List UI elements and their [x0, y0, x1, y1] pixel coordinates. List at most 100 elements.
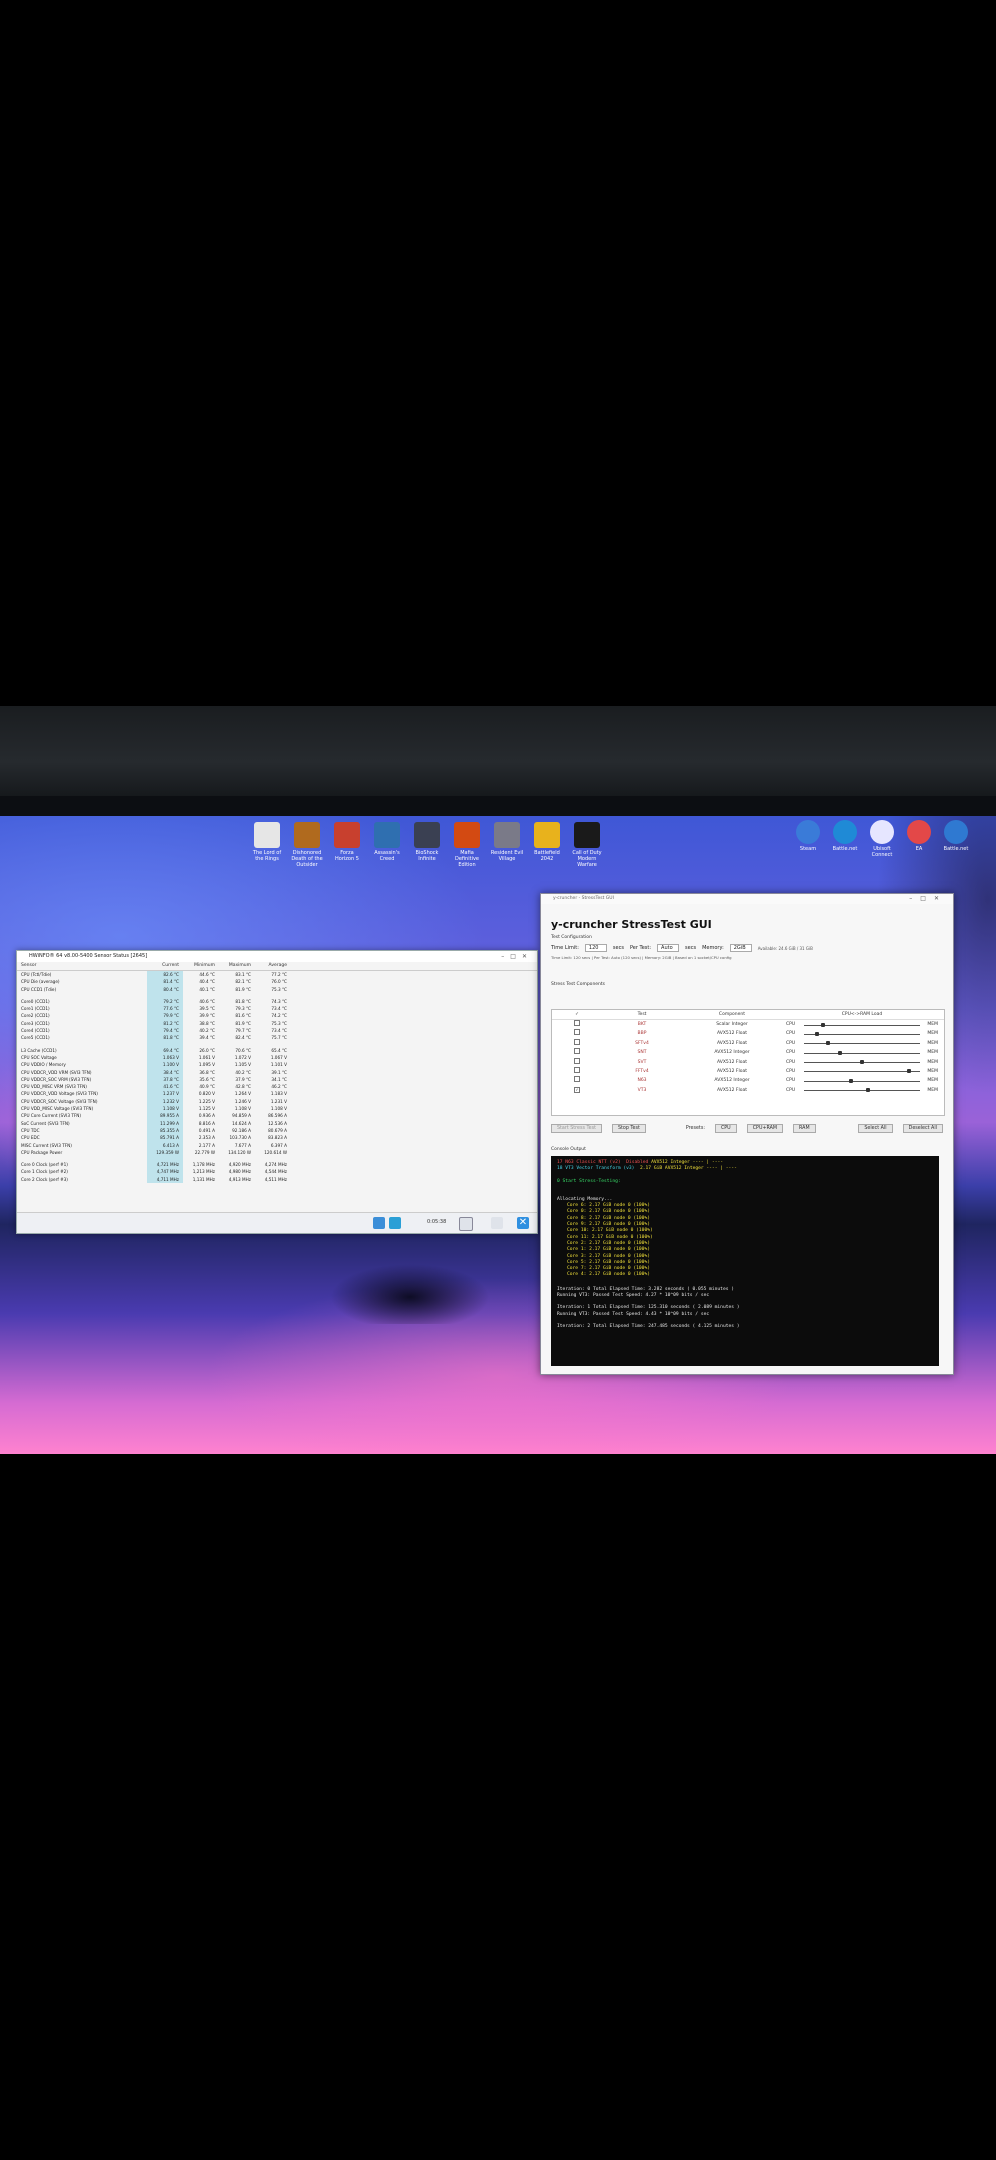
reset-icon[interactable]: [491, 1217, 503, 1229]
load-slider[interactable]: CPU MEM: [782, 1020, 942, 1029]
window-controls[interactable]: –□✕: [501, 951, 533, 962]
slider-thumb[interactable]: [826, 1041, 831, 1046]
console-output[interactable]: 17 N63 Classic NTT (v2) Disabled AVX512 …: [551, 1156, 939, 1366]
test-checkbox-cell[interactable]: [552, 1076, 602, 1085]
sensor-row[interactable]: Core 1 Clock (perf #2) 4,747 MHz 1,213 MHz…: [17, 1168, 537, 1176]
sensor-row[interactable]: Core0 (CCD1) 79.2 °C 40.6 °C 81.8 °C 74.3 °C: [17, 997, 537, 1006]
clock-icon[interactable]: [459, 1217, 473, 1231]
close-icon[interactable]: ✕: [517, 1217, 529, 1229]
sensor-row[interactable]: CPU CCD1 (Tdie) 80.4 °C 40.1 °C 81.9 °C 75.3…: [17, 985, 537, 993]
table-row[interactable]: SFTv4 AVX512 Float CPU MEM: [552, 1038, 944, 1048]
sensor-row[interactable]: Core4 (CCD1) 79.4 °C 40.2 °C 79.7 °C 73.4 °C: [17, 1027, 537, 1035]
column-header[interactable]: Maximum: [219, 962, 255, 970]
stop-test-button[interactable]: Stop Test: [611, 1124, 646, 1133]
test-checkbox[interactable]: [574, 1076, 580, 1083]
desktop-icon[interactable]: Battlefield 2042: [530, 822, 564, 868]
sensor-row[interactable]: CPU Die (average) 81.4 °C 40.4 °C 82.1 °C 76…: [17, 978, 537, 986]
network-icon[interactable]: [373, 1217, 385, 1229]
settings-icon[interactable]: [389, 1217, 401, 1229]
desktop-icon[interactable]: Resident Evil Village: [490, 822, 524, 868]
table-row[interactable]: BKT Scalar Integer CPU MEM: [552, 1020, 944, 1029]
column-header[interactable]: Current: [147, 962, 183, 970]
desktop-icon[interactable]: Ubisoft Connect: [866, 820, 898, 858]
sensor-row[interactable]: CPU VDDCR_VDD Voltage (SVI3 TFN) 1.237 V 0…: [17, 1090, 537, 1098]
sensor-row[interactable]: Core2 (CCD1) 79.9 °C 39.9 °C 81.6 °C 74.2 °C: [17, 1012, 537, 1020]
sensor-row[interactable]: MISC Current (SVI3 TFN) 6.413 A 2.177 A 7.6…: [17, 1141, 537, 1149]
test-checkbox-cell[interactable]: [552, 1029, 602, 1038]
sensor-row[interactable]: CPU Package Power 129.359 W 22.779 W 134.12…: [17, 1148, 537, 1157]
time-limit-input[interactable]: 120: [584, 944, 607, 952]
test-checkbox-cell[interactable]: [552, 1048, 602, 1057]
test-checkbox-cell[interactable]: ✓: [552, 1086, 602, 1095]
table-row[interactable]: SVT AVX512 Float CPU MEM: [552, 1057, 944, 1067]
hwinfo-sensor-list[interactable]: CPU (Tctl/Tdie) 82.6 °C 44.6 °C 83.1 °C 77.2…: [17, 971, 537, 1184]
load-slider[interactable]: CPU MEM: [782, 1039, 942, 1048]
sensor-row[interactable]: Core1 (CCD1) 77.6 °C 39.5 °C 79.3 °C 73.4 °C: [17, 1005, 537, 1013]
hwinfo-titlebar[interactable]: HWiNFO® 64 v8.00-5400 Sensor Status [264…: [17, 951, 537, 962]
table-row[interactable]: N63 AVX512 Integer CPU MEM: [552, 1076, 944, 1085]
deselect-all-button[interactable]: Deselect All: [902, 1124, 943, 1133]
sensor-row[interactable]: CPU VDDCR_VDD VRM (SVI3 TFN) 38.4 °C 36.8 …: [17, 1068, 537, 1076]
load-slider[interactable]: CPU MEM: [782, 1048, 942, 1057]
ycruncher-titlebar[interactable]: y-cruncher - StressTest GUI –□✕: [541, 894, 953, 904]
sensor-row[interactable]: CPU VDD_MISC Voltage (SVI3 TFN) 1.108 V 1.…: [17, 1105, 537, 1113]
test-checkbox[interactable]: [574, 1020, 580, 1026]
sensor-row[interactable]: CPU (Tctl/Tdie) 82.6 °C 44.6 °C 83.1 °C 77.2…: [17, 971, 537, 979]
desktop-icon[interactable]: The Lord of the Rings: [250, 822, 284, 868]
test-checkbox[interactable]: [574, 1057, 580, 1064]
slider-thumb[interactable]: [907, 1069, 912, 1074]
column-header[interactable]: Sensor: [17, 962, 147, 970]
sensor-row[interactable]: CPU TDC 85.355 A 0.491 A 92.186 A 80.679 A: [17, 1126, 537, 1135]
desktop-icon[interactable]: Battle.net: [940, 820, 972, 858]
column-header[interactable]: Minimum: [183, 962, 219, 970]
sensor-row[interactable]: L3 Cache (CCD1) 69.4 °C 26.0 °C 70.6 °C 65.4…: [17, 1046, 537, 1054]
desktop-icon[interactable]: Battle.net: [829, 820, 861, 858]
desktop-icon[interactable]: Steam: [792, 820, 824, 858]
window-controls[interactable]: –□✕: [909, 894, 947, 904]
sensor-row[interactable]: CPU VDD_MISC VRM (SVI3 TFN) 41.6 °C 40.9 °…: [17, 1083, 537, 1091]
sensor-row[interactable]: Core 0 Clock (perf #1) 4,721 MHz 1,178 MHz…: [17, 1161, 537, 1169]
desktop-icon[interactable]: Forza Horizon 5: [330, 822, 364, 868]
load-slider[interactable]: CPU MEM: [782, 1086, 942, 1095]
preset-cpu-button[interactable]: CPU: [714, 1124, 737, 1133]
ycruncher-window[interactable]: y-cruncher - StressTest GUI –□✕ y-crunch…: [540, 893, 954, 1375]
desktop-icon[interactable]: Dishonored Death of the Outsider: [290, 822, 324, 868]
sensor-row[interactable]: SoC Current (SVI3 TFN) 11.299 A 8.816 A 14.…: [17, 1119, 537, 1127]
sensor-row[interactable]: CPU VDDIO / Memory 1.100 V 1.095 V 1.105 V 1…: [17, 1061, 537, 1069]
test-checkbox[interactable]: [574, 1038, 580, 1045]
desktop-icon[interactable]: Call of Duty Modern Warfare: [570, 822, 604, 868]
desktop-icon[interactable]: BioShock Infinite: [410, 822, 444, 868]
per-test-input[interactable]: Auto: [657, 944, 680, 952]
slider-thumb[interactable]: [860, 1060, 864, 1065]
start-stress-test-button[interactable]: Start Stress Test: [551, 1124, 602, 1133]
preset-cpu-ram-button[interactable]: CPU+RAM: [746, 1124, 784, 1133]
sensor-row[interactable]: CPU SOC Voltage 1.063 V 1.061 V 1.072 V 1.06…: [17, 1053, 537, 1062]
sensor-row[interactable]: Core 2 Clock (perf #3) 4,711 MHz 1,131 MHz…: [17, 1175, 537, 1184]
load-slider[interactable]: CPU MEM: [782, 1029, 942, 1038]
slider-thumb[interactable]: [848, 1078, 853, 1083]
test-checkbox-cell[interactable]: [552, 1020, 602, 1029]
hwinfo-window[interactable]: HWiNFO® 64 v8.00-5400 Sensor Status [264…: [16, 950, 538, 1234]
desktop-icon[interactable]: Mafia Definitive Edition: [450, 822, 484, 868]
sensor-row[interactable]: CPU VDDCR_SOC VRM (SVI3 TFN) 37.8 °C 35.6 …: [17, 1075, 537, 1084]
load-slider[interactable]: CPU MEM: [782, 1058, 942, 1067]
sensor-row[interactable]: CPU EDC 85.791 A 2.353 A 103.730 A 83.823 A: [17, 1134, 537, 1142]
desktop-icon[interactable]: Assassin's Creed: [370, 822, 404, 868]
table-row[interactable]: ✓ VT3 AVX512 Float CPU MEM: [552, 1086, 944, 1095]
sensor-row[interactable]: Core3 (CCD1) 81.2 °C 38.8 °C 81.9 °C 75.3 °C: [17, 1019, 537, 1028]
table-row[interactable]: SNT AVX512 Integer CPU MEM: [552, 1048, 944, 1057]
test-checkbox-cell[interactable]: [552, 1066, 602, 1076]
slider-thumb[interactable]: [837, 1050, 842, 1055]
sensor-row[interactable]: Core5 (CCD1) 81.8 °C 39.4 °C 82.4 °C 75.7 °C: [17, 1034, 537, 1042]
table-row[interactable]: FFTv4 AVX512 Float CPU MEM: [552, 1066, 944, 1076]
preset-ram-button[interactable]: RAM: [793, 1124, 816, 1133]
slider-thumb[interactable]: [820, 1022, 825, 1027]
sensor-row[interactable]: CPU Core Current (SVI3 TFN) 89.955 A 0.936…: [17, 1112, 537, 1120]
test-checkbox[interactable]: [574, 1029, 580, 1036]
sensor-row[interactable]: CPU VDDCR_SOC Voltage (SVI3 TFN) 1.232 V 1…: [17, 1097, 537, 1106]
test-checkbox-cell[interactable]: [552, 1057, 602, 1067]
slider-thumb[interactable]: [865, 1088, 870, 1093]
test-checkbox[interactable]: ✓: [574, 1086, 580, 1093]
test-checkbox-cell[interactable]: [552, 1038, 602, 1048]
slider-thumb[interactable]: [815, 1031, 820, 1036]
